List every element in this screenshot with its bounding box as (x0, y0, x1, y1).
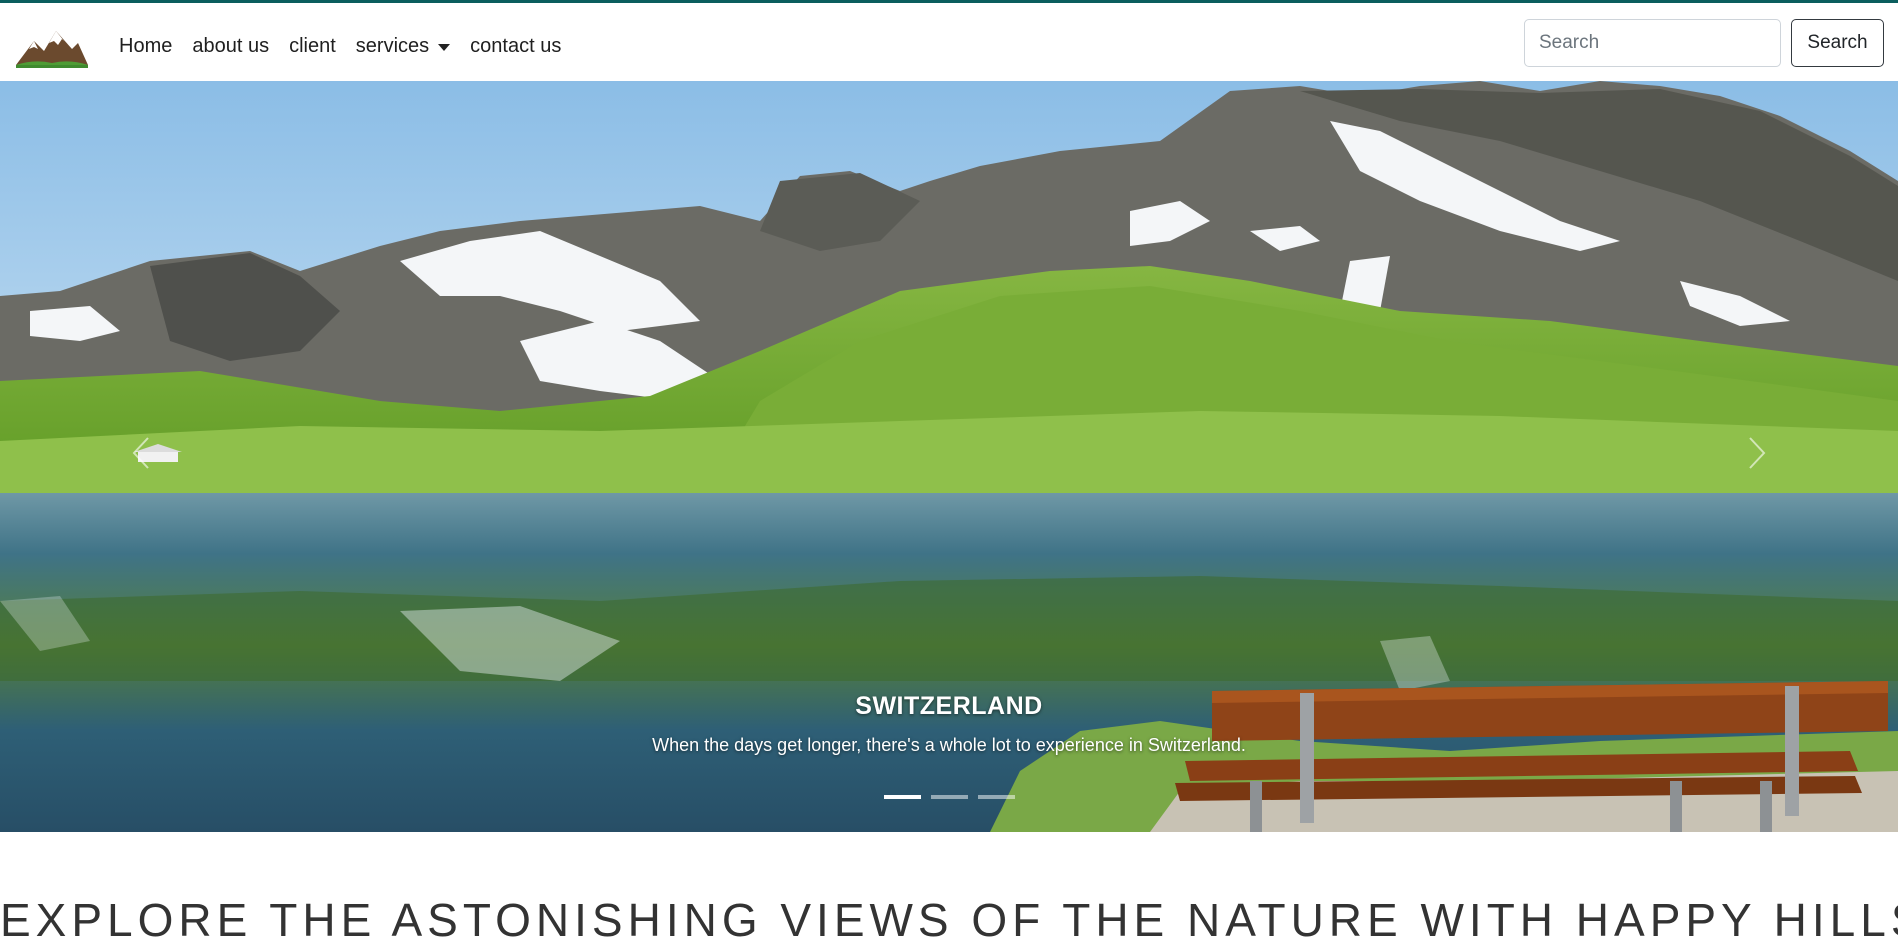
search-button[interactable]: Search (1791, 19, 1884, 67)
carousel-indicator-3[interactable] (977, 795, 1015, 799)
carousel-caption-text: When the days get longer, there's a whol… (652, 735, 1246, 755)
nav-about-link[interactable]: about us (192, 31, 269, 61)
hero-carousel: SWITZERLAND When the days get longer, th… (0, 81, 1898, 832)
chevron-left-icon (132, 437, 149, 469)
nav-contact-link[interactable]: contact us (470, 31, 561, 61)
caret-down-icon (438, 43, 451, 51)
carousel-caption-title: SWITZERLAND (855, 692, 1043, 720)
mountain-logo-icon[interactable] (14, 25, 90, 69)
chevron-right-icon (1749, 437, 1766, 469)
nav-services-label: services (355, 35, 430, 57)
nav-client-link[interactable]: client (289, 31, 336, 61)
carousel-indicator-1[interactable] (883, 795, 921, 799)
navbar: Home about us client services contact us… (0, 3, 1898, 81)
carousel-indicator-2[interactable] (930, 795, 968, 799)
page-headline: EXPLORE THE ASTONISHING VIEWS OF THE NAT… (0, 894, 1898, 946)
nav-services-dropdown[interactable]: services (355, 31, 451, 61)
search-input[interactable] (1524, 19, 1781, 67)
carousel-indicators (0, 795, 1898, 799)
nav-home-link[interactable]: Home (119, 31, 172, 61)
nav-links: Home about us client services contact us (119, 31, 581, 61)
